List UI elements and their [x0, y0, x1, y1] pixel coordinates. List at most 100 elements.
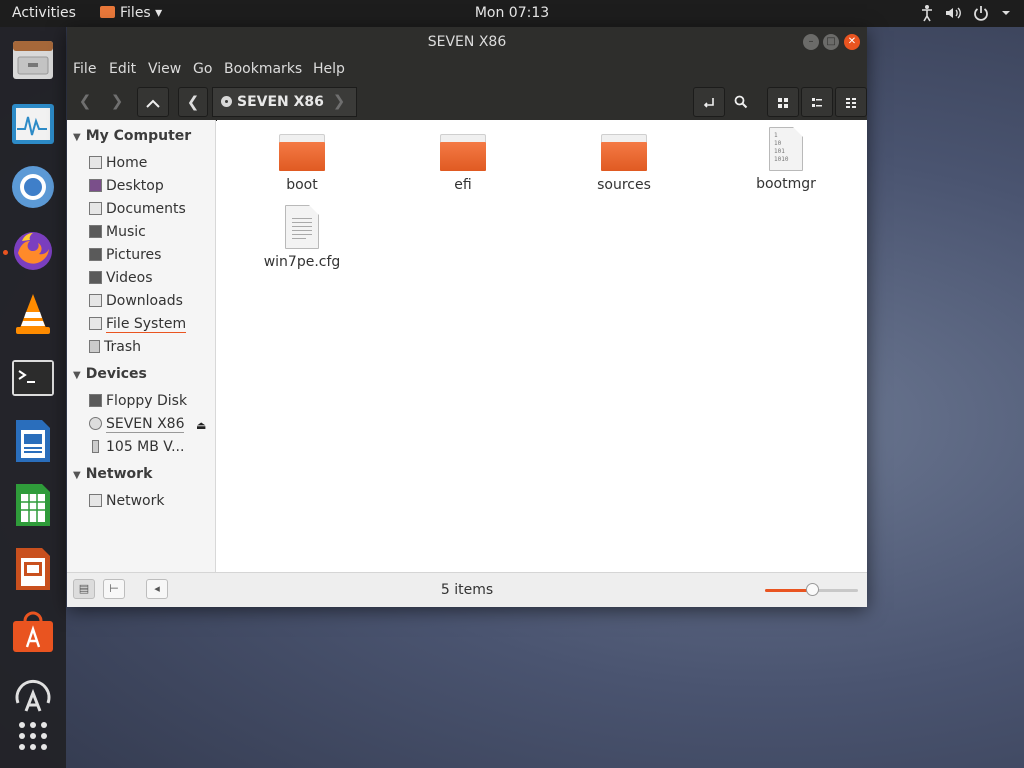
sidebar-item-music[interactable]: Music — [89, 222, 146, 242]
minimize-button[interactable]: – — [803, 34, 819, 50]
toolbar: ❮ ❯ ❮ SEVEN X86 ❯ — [67, 84, 867, 121]
sidebar-item-seven-x86[interactable]: SEVEN X86 — [89, 414, 185, 434]
system-tray[interactable] — [920, 4, 1012, 26]
trash-icon — [89, 340, 100, 353]
sidebar-item-label: SEVEN X86 — [106, 416, 185, 433]
activities-button[interactable]: Activities — [12, 5, 76, 21]
app-menu[interactable]: Files ▾ — [100, 5, 162, 21]
sidebar-item-trash[interactable]: Trash — [89, 337, 141, 357]
eject-icon[interactable]: ⏏ — [196, 419, 206, 432]
sidebar-item-pictures[interactable]: Pictures — [89, 245, 161, 265]
sidebar-item-label: Documents — [106, 201, 186, 217]
zoom-knob[interactable] — [805, 583, 819, 596]
zoom-slider[interactable] — [765, 583, 858, 596]
update-icon[interactable] — [10, 673, 56, 719]
path-right-icon[interactable]: ❯ — [329, 87, 349, 115]
expand-triangle-icon: ▼ — [73, 132, 81, 143]
search-icon[interactable] — [727, 87, 755, 115]
power-icon[interactable] — [972, 4, 990, 26]
zoom-fill — [765, 589, 812, 592]
compact-view-icon[interactable] — [835, 87, 867, 117]
sidebar: ▼ My Computer Home Desktop Documents Musi… — [67, 120, 216, 572]
sidebar-item-desktop[interactable]: Desktop — [89, 176, 164, 196]
up-icon[interactable] — [137, 87, 169, 117]
file-item-bootmgr[interactable]: 1 10 101 1010 bootmgr — [731, 127, 841, 192]
file-item-boot[interactable]: boot — [247, 134, 357, 193]
list-view-icon[interactable] — [801, 87, 833, 117]
top-bar: Activities Files ▾ Mon 07:13 — [0, 0, 1024, 27]
music-folder-icon — [89, 225, 102, 238]
menu-bookmarks[interactable]: Bookmarks — [224, 61, 302, 77]
calc-icon[interactable] — [10, 482, 56, 528]
hide-sidebar-icon[interactable]: ◂ — [146, 579, 168, 599]
floppy-disk-icon — [89, 394, 102, 407]
sidebar-item-label: Downloads — [106, 293, 183, 309]
file-item-win7pe-cfg[interactable]: win7pe.cfg — [247, 205, 357, 270]
menu-help[interactable]: Help — [313, 61, 345, 77]
close-button[interactable]: ✕ — [844, 34, 860, 50]
drive-icon — [89, 317, 102, 330]
icon-view-icon[interactable] — [767, 87, 799, 117]
terminal-icon[interactable] — [10, 355, 56, 401]
section-devices[interactable]: ▼ Devices — [73, 366, 147, 382]
location-toggle-icon[interactable] — [693, 87, 725, 117]
section-network[interactable]: ▼ Network — [73, 466, 152, 482]
volume-icon[interactable] — [944, 4, 962, 26]
impress-icon[interactable] — [10, 546, 56, 592]
expand-triangle-icon: ▼ — [73, 370, 81, 381]
path-left-icon[interactable]: ❮ — [178, 87, 208, 117]
firefox-icon[interactable] — [10, 227, 56, 273]
folder-icon — [601, 134, 647, 171]
text-file-icon — [285, 205, 319, 249]
file-manager-window: SEVEN X86 – □ ✕ File Edit View Go Bookma… — [67, 27, 867, 607]
menu-view[interactable]: View — [148, 61, 181, 77]
sidebar-item-home[interactable]: Home — [89, 153, 147, 173]
folder-icon — [440, 134, 486, 171]
disc-icon — [221, 96, 232, 107]
maximize-button[interactable]: □ — [823, 34, 839, 50]
file-name: boot — [286, 177, 318, 193]
running-indicator — [3, 250, 8, 255]
file-item-sources[interactable]: sources — [569, 134, 679, 193]
window-title: SEVEN X86 — [427, 34, 507, 50]
system-monitor-icon[interactable] — [10, 101, 56, 147]
software-center-icon[interactable] — [10, 609, 56, 655]
file-cabinet-icon[interactable] — [10, 37, 56, 83]
chromium-icon[interactable] — [10, 164, 56, 210]
sidebar-item-label: File System — [106, 316, 187, 333]
menu-file[interactable]: File — [73, 61, 96, 77]
sidebar-item-label: Desktop — [106, 178, 164, 194]
forward-icon[interactable]: ❯ — [103, 87, 131, 115]
menu-go[interactable]: Go — [193, 61, 212, 77]
file-name: sources — [597, 177, 651, 193]
accessibility-icon[interactable] — [920, 4, 934, 26]
sidebar-item-label: Home — [106, 155, 148, 171]
sidebar-item-documents[interactable]: Documents — [89, 199, 186, 219]
menu-bar: File Edit View Go Bookmarks Help — [67, 57, 867, 84]
sidebar-item-network[interactable]: Network — [89, 491, 164, 511]
file-view[interactable]: boot efi sources 1 10 101 1010 bootmgr w… — [217, 120, 867, 572]
writer-icon[interactable] — [10, 418, 56, 464]
menu-edit[interactable]: Edit — [109, 61, 136, 77]
binary-glyph: 1 10 101 1010 — [774, 132, 789, 163]
back-icon[interactable]: ❮ — [71, 87, 99, 115]
file-item-efi[interactable]: efi — [408, 134, 518, 193]
chevron-down-icon[interactable] — [1000, 4, 1012, 26]
item-count: 5 items — [440, 582, 494, 598]
binary-file-icon: 1 10 101 1010 — [769, 127, 803, 171]
title-bar[interactable]: SEVEN X86 – □ ✕ — [67, 27, 867, 57]
section-header: Devices — [85, 366, 147, 382]
vlc-icon[interactable] — [10, 291, 56, 337]
places-toggle-icon[interactable]: ▤ — [73, 579, 95, 599]
pictures-folder-icon — [89, 248, 102, 261]
sidebar-item-floppy-disk[interactable]: Floppy Disk — [89, 391, 187, 411]
folder-icon — [279, 134, 325, 171]
section-my-computer[interactable]: ▼ My Computer — [73, 128, 191, 144]
sidebar-item-usb-volume[interactable]: 105 MB V... — [89, 437, 184, 457]
sidebar-item-videos[interactable]: Videos — [89, 268, 153, 288]
downloads-folder-icon — [89, 294, 102, 307]
sidebar-item-downloads[interactable]: Downloads — [89, 291, 183, 311]
tree-toggle-icon[interactable]: ⊢ — [103, 579, 125, 599]
show-apps-icon[interactable] — [10, 715, 56, 761]
sidebar-item-file-system[interactable]: File System — [89, 314, 187, 334]
